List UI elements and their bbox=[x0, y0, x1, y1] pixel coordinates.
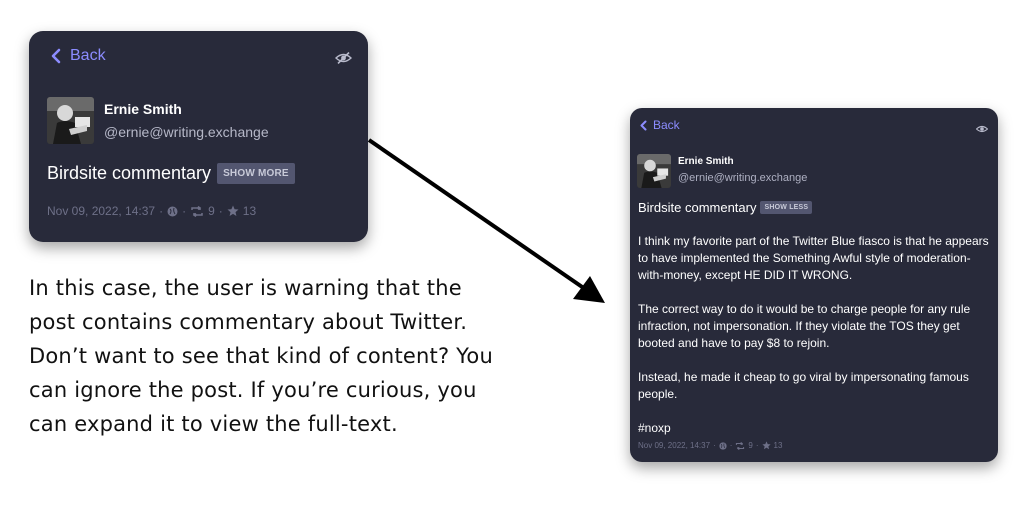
content-warning: Birdsite commentary SHOW LESS bbox=[638, 200, 813, 215]
post-meta: Nov 09, 2022, 14:37 · · 9 · 13 bbox=[638, 441, 782, 450]
post-paragraph: The correct way to do it would be to cha… bbox=[638, 302, 971, 350]
author-name[interactable]: Ernie Smith bbox=[678, 156, 734, 167]
separator-dot: · bbox=[729, 441, 733, 450]
post-body: I think my favorite part of the Twitter … bbox=[638, 233, 993, 437]
post-paragraph: Instead, he made it cheap to go viral by… bbox=[638, 370, 969, 401]
boost-count: 9 bbox=[748, 441, 753, 450]
hashtag-link[interactable]: #noxp bbox=[638, 420, 993, 437]
show-less-button[interactable]: SHOW LESS bbox=[760, 201, 813, 214]
expanded-post-card: Back Ernie Smith @ernie@writing.exchange… bbox=[630, 108, 998, 462]
back-button[interactable]: Back bbox=[640, 118, 680, 132]
avatar[interactable] bbox=[637, 154, 671, 188]
separator-dot: · bbox=[713, 441, 716, 450]
boost-icon[interactable] bbox=[735, 441, 745, 450]
author-handle[interactable]: @ernie@writing.exchange bbox=[678, 172, 807, 184]
eye-icon[interactable] bbox=[975, 120, 989, 138]
post-paragraph: I think my favorite part of the Twitter … bbox=[638, 234, 989, 282]
favorite-count: 13 bbox=[773, 441, 783, 450]
star-icon[interactable] bbox=[761, 441, 771, 450]
globe-icon bbox=[719, 441, 727, 450]
chevron-left-icon bbox=[640, 120, 647, 130]
separator-dot: · bbox=[755, 441, 759, 450]
timestamp[interactable]: Nov 09, 2022, 14:37 bbox=[638, 441, 710, 450]
back-label: Back bbox=[653, 118, 680, 132]
content-warning-text: Birdsite commentary bbox=[638, 200, 757, 215]
